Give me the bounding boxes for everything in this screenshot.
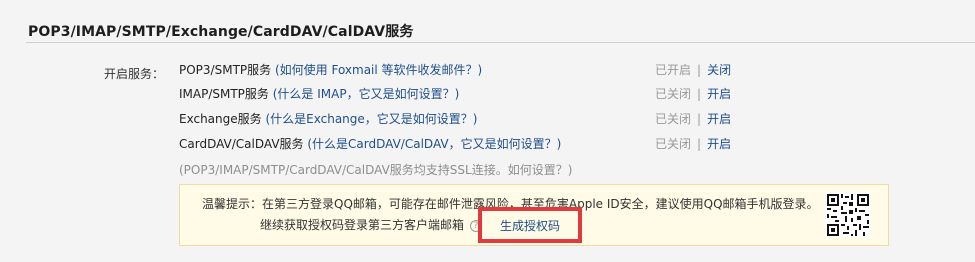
service-help-link[interactable]: (什么是Exchange，它又是如何设置？) <box>265 112 477 126</box>
qr-code-icon <box>825 192 871 238</box>
service-row-carddav: CardDAV/CalDAV服务 (什么是CardDAV/CalDAV，它又是如… <box>179 135 959 153</box>
ssl-note[interactable]: (POP3/IMAP/SMTP/CardDAV/CalDAV服务均支持SSL连接… <box>179 161 572 178</box>
service-toggle-link[interactable]: 开启 <box>707 137 731 151</box>
service-help-link[interactable]: (什么是 IMAP，它又是如何设置？) <box>273 87 460 101</box>
tip-box: 温馨提示：在第三方登录QQ邮箱，可能存在邮件泄露风险，甚至危害Apple ID安… <box>179 184 889 246</box>
service-toggle-link[interactable]: 开启 <box>707 112 731 126</box>
service-row-exchange: Exchange服务 (什么是Exchange，它又是如何设置？) 已关闭 | 开启 <box>179 110 959 128</box>
service-name: CardDAV/CalDAV服务 <box>179 137 304 151</box>
service-row-imap: IMAP/SMTP服务 (什么是 IMAP，它又是如何设置？) 已关闭 | 开启 <box>179 85 959 103</box>
service-name: POP3/SMTP服务 <box>179 63 272 77</box>
service-toggle-link[interactable]: 开启 <box>707 87 731 101</box>
separator: | <box>697 87 702 101</box>
service-name: Exchange服务 <box>179 112 262 126</box>
generate-auth-code-button[interactable]: 生成授权码 <box>478 207 582 243</box>
section-title: POP3/IMAP/SMTP/Exchange/CardDAV/CalDAV服务 <box>28 24 414 40</box>
service-help-link[interactable]: (如何使用 Foxmail 等软件收发邮件？) <box>275 63 482 77</box>
service-status: 已开启 <box>655 63 692 77</box>
service-status: 已关闭 <box>655 137 692 151</box>
service-name: IMAP/SMTP服务 <box>179 87 269 101</box>
generate-auth-code-label: 生成授权码 <box>499 218 560 233</box>
service-status: 已关闭 <box>655 87 692 101</box>
separator: | <box>697 137 702 151</box>
service-toggle-link[interactable]: 关闭 <box>707 63 731 77</box>
separator: | <box>697 112 702 126</box>
service-help-link[interactable]: (什么是CardDAV/CalDAV，它又是如何设置？) <box>307 137 561 151</box>
section-divider <box>26 42 975 43</box>
service-status: 已关闭 <box>655 112 692 126</box>
service-row-pop3: POP3/SMTP服务 (如何使用 Foxmail 等软件收发邮件？) 已开启 |… <box>179 61 959 79</box>
separator: | <box>697 63 702 77</box>
services-label: 开启服务： <box>104 67 165 81</box>
tip-continue-text: 继续获取授权码登录第三方客户端邮箱 <box>260 218 465 232</box>
